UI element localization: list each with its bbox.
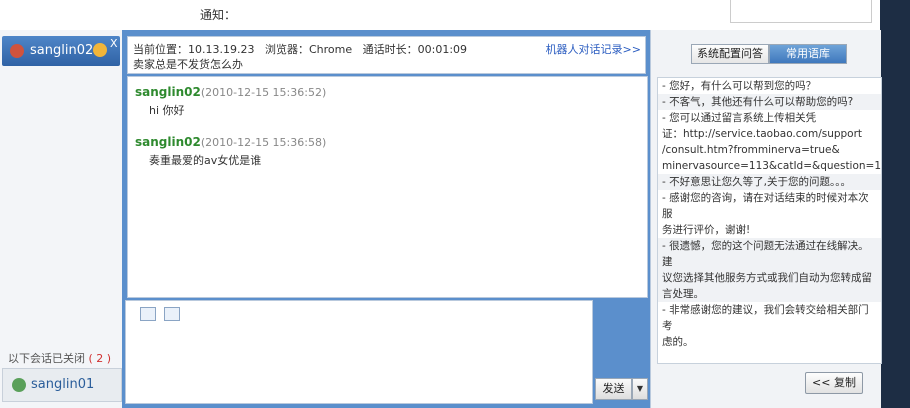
notice-box <box>730 0 872 23</box>
message-sender: sanglin02 <box>135 135 201 149</box>
phrase-item[interactable]: - 您可以通过留言系统上传相关凭 证：http://service.taobao… <box>658 110 881 174</box>
message-sender: sanglin02 <box>135 85 201 99</box>
emoticon-icon[interactable] <box>140 307 156 321</box>
close-session-icon[interactable]: X <box>110 37 118 50</box>
duration-label: 通话时长： <box>362 43 418 56</box>
send-options-dropdown[interactable]: ▼ <box>632 378 648 400</box>
notice-label: 通知： <box>200 8 237 22</box>
user-avatar-icon <box>10 44 24 58</box>
session-list: sanglin02 X 以下会话已关闭 ( 2 ) sanglin01 <box>0 30 123 408</box>
phrase-item[interactable]: - 您好，有什么可以帮到您的吗？ <box>658 78 881 94</box>
phrase-item[interactable]: - 不客气，其他还有什么可以帮助您的吗? <box>658 94 881 110</box>
session-item-closed[interactable]: sanglin01 <box>2 368 122 402</box>
robot-chat-log-link[interactable]: 机器人对话记录>> <box>546 41 641 57</box>
phrase-item[interactable]: - 不好意思让您久等了,关于您的问题。。。 <box>658 174 881 190</box>
message-text: hi 你好 <box>149 104 185 117</box>
message-item: sanglin02(2010-12-15 15:36:58) 奏重最爱的av女优… <box>135 135 326 168</box>
send-button[interactable]: 发送 <box>595 378 632 400</box>
browser-value: Chrome <box>308 43 353 56</box>
message-input[interactable] <box>125 300 593 404</box>
message-time: (2010-12-15 15:36:52) <box>200 86 327 99</box>
copy-button[interactable]: << 复制 <box>805 372 863 394</box>
visitor-question: 卖家总是不发货怎么办 <box>133 58 243 71</box>
location-value: 10.13.19.23 <box>188 43 255 56</box>
closed-count: ( 2 ) <box>88 352 112 365</box>
visitor-info-bar: 当前位置：10.13.19.23 浏览器：Chrome 通话时长：00:01:0… <box>127 36 646 74</box>
closed-label-text: 以下会话已关闭 <box>8 352 85 365</box>
visitor-info-line: 当前位置：10.13.19.23 浏览器：Chrome 通话时长：00:01:0… <box>133 41 467 57</box>
user-avatar-icon <box>12 378 26 392</box>
phrase-item[interactable]: - 感谢您的咨询，请在对话结束的时候对本次服 务进行评价，谢谢! <box>658 190 881 238</box>
top-bar: 通知： <box>0 0 880 30</box>
window-edge <box>880 0 910 408</box>
tab-system-config[interactable]: 系统配置问答 <box>691 44 769 64</box>
message-item: sanglin02(2010-12-15 15:36:52) hi 你好 <box>135 85 326 118</box>
duration-value: 00:01:09 <box>417 43 468 56</box>
session-name: sanglin01 <box>31 377 95 392</box>
phrase-item[interactable]: - 很遗憾，您的这个问题无法通过在线解决。建 议您选择其他服务方式或我们自动为您… <box>658 238 881 302</box>
image-upload-icon[interactable] <box>164 307 180 321</box>
message-time: (2010-12-15 15:36:58) <box>200 136 327 149</box>
phrase-list[interactable]: - 您好，有什么可以帮到您的吗？ - 不客气，其他还有什么可以帮助您的吗? - … <box>657 77 882 364</box>
session-name: sanglin02 <box>30 43 94 58</box>
location-label: 当前位置： <box>133 43 188 56</box>
tab-common-phrases[interactable]: 常用语库 <box>769 44 847 64</box>
message-history[interactable]: sanglin02(2010-12-15 15:36:52) hi 你好 san… <box>127 76 648 298</box>
phrase-item[interactable]: - 非常感谢您的建议，我们会转交给相关部门考 虑的。 <box>658 302 881 350</box>
session-item-active[interactable]: sanglin02 X <box>2 36 120 66</box>
message-text: 奏重最爱的av女优是谁 <box>149 154 262 167</box>
status-face-icon <box>93 43 107 57</box>
browser-label: 浏览器： <box>264 43 309 56</box>
closed-sessions-label: 以下会话已关闭 ( 2 ) <box>8 350 111 366</box>
